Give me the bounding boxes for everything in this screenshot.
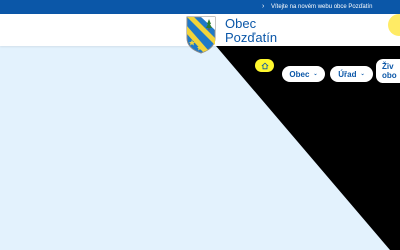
nav-item-label: Živ obo: [382, 62, 397, 80]
top-announcement-bar: › Vítejte na novém webu obce Pozďatín: [0, 0, 400, 14]
site-brand[interactable]: Obec Pozďatín: [225, 17, 277, 45]
chevron-down-icon: ⌄: [360, 71, 365, 77]
welcome-notice[interactable]: Vítejte na novém webu obce Pozďatín: [271, 2, 372, 12]
nav-item-zivot-obce[interactable]: Živ obo: [376, 59, 400, 83]
chevron-down-icon: ⌄: [313, 71, 318, 77]
brand-line-1: Obec: [225, 16, 257, 31]
nav-item-urad[interactable]: Úřad ⌄: [330, 66, 373, 82]
coat-of-arms-logo[interactable]: [186, 16, 216, 54]
chevron-right-icon: ›: [262, 3, 265, 10]
nav-item-label: Obec: [289, 69, 310, 79]
home-icon: [261, 62, 268, 69]
nav-item-label: Úřad: [338, 69, 357, 79]
home-button[interactable]: [255, 59, 274, 72]
brand-line-2: Pozďatín: [225, 30, 278, 45]
nav-item-obec[interactable]: Obec ⌄: [282, 66, 325, 82]
